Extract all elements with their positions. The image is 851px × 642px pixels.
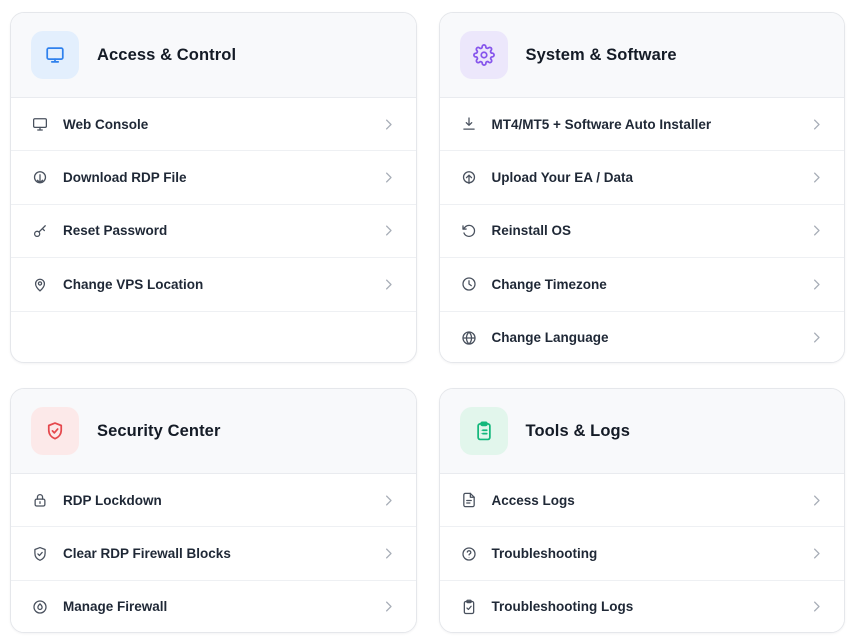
chevron-right-icon xyxy=(809,223,824,238)
chevron-right-icon xyxy=(809,170,824,185)
card-title: Access & Control xyxy=(97,46,236,65)
card-tools-logs: Tools & Logs Access Logs Troubleshooting… xyxy=(439,388,846,633)
chevron-right-icon xyxy=(381,223,396,238)
list-item-reset-password[interactable]: Reset Password xyxy=(11,205,416,258)
card-items: MT4/MT5 + Software Auto Installer Upload… xyxy=(440,98,845,363)
chevron-right-icon xyxy=(809,546,824,561)
chevron-right-icon xyxy=(809,493,824,508)
help-circle-icon xyxy=(460,545,478,563)
chevron-right-icon xyxy=(381,277,396,292)
file-text-icon xyxy=(460,491,478,509)
chevron-right-icon xyxy=(381,117,396,132)
list-item-troubleshooting-logs[interactable]: Troubleshooting Logs xyxy=(440,581,845,633)
chevron-right-icon xyxy=(381,546,396,561)
monitor-icon xyxy=(31,31,79,79)
list-item-reinstall-os[interactable]: Reinstall OS xyxy=(440,205,845,258)
chevron-right-icon xyxy=(381,170,396,185)
chevron-right-icon xyxy=(809,599,824,614)
card-items: Web Console Download RDP File Reset Pass… xyxy=(11,98,416,312)
upload-circle-icon xyxy=(460,169,478,187)
download-tray-icon xyxy=(460,115,478,133)
monitor-icon xyxy=(31,115,49,133)
card-title: System & Software xyxy=(526,46,677,65)
globe-icon xyxy=(460,329,478,347)
list-item-label: Upload Your EA / Data xyxy=(492,170,810,185)
list-item-troubleshooting[interactable]: Troubleshooting xyxy=(440,527,845,580)
list-item-manage-firewall[interactable]: Manage Firewall xyxy=(11,581,416,633)
download-circle-icon xyxy=(31,169,49,187)
vps-control-panel: Access & Control Web Console Download RD… xyxy=(0,0,851,642)
list-item-label: Download RDP File xyxy=(63,170,381,185)
list-item-label: RDP Lockdown xyxy=(63,493,381,508)
list-item-access-logs[interactable]: Access Logs xyxy=(440,474,845,527)
location-pin-icon xyxy=(31,275,49,293)
list-item-label: Clear RDP Firewall Blocks xyxy=(63,546,381,561)
card-header: Tools & Logs xyxy=(440,389,845,474)
list-item-label: Web Console xyxy=(63,117,381,132)
gear-icon xyxy=(460,31,508,79)
list-item-label: Troubleshooting xyxy=(492,546,810,561)
list-item-web-console[interactable]: Web Console xyxy=(11,98,416,151)
list-item-label: Manage Firewall xyxy=(63,599,381,614)
list-item-upload-ea-data[interactable]: Upload Your EA / Data xyxy=(440,151,845,204)
list-item-label: Reset Password xyxy=(63,223,381,238)
card-header: Access & Control xyxy=(11,13,416,98)
shield-check-icon xyxy=(31,545,49,563)
chevron-right-icon xyxy=(809,330,824,345)
card-header: System & Software xyxy=(440,13,845,98)
list-item-label: Change VPS Location xyxy=(63,277,381,292)
clock-icon xyxy=(460,275,478,293)
rotate-ccw-icon xyxy=(460,222,478,240)
chevron-right-icon xyxy=(809,117,824,132)
lock-icon xyxy=(31,491,49,509)
clipboard-list-icon xyxy=(460,407,508,455)
chevron-right-icon xyxy=(809,277,824,292)
card-title: Security Center xyxy=(97,422,220,441)
list-item-label: Change Timezone xyxy=(492,277,810,292)
list-item-label: Change Language xyxy=(492,330,810,345)
card-access-control: Access & Control Web Console Download RD… xyxy=(10,12,417,363)
card-items: Access Logs Troubleshooting Troubleshoot… xyxy=(440,474,845,633)
list-item-label: MT4/MT5 + Software Auto Installer xyxy=(492,117,810,132)
card-system-software: System & Software MT4/MT5 + Software Aut… xyxy=(439,12,846,363)
list-item-mt4-mt5-installer[interactable]: MT4/MT5 + Software Auto Installer xyxy=(440,98,845,151)
list-item-change-language[interactable]: Change Language xyxy=(440,312,845,363)
list-item-change-timezone[interactable]: Change Timezone xyxy=(440,258,845,311)
list-item-change-vps-location[interactable]: Change VPS Location xyxy=(11,258,416,311)
list-item-clear-rdp-firewall-blocks[interactable]: Clear RDP Firewall Blocks xyxy=(11,527,416,580)
card-title: Tools & Logs xyxy=(526,422,630,441)
list-item-rdp-lockdown[interactable]: RDP Lockdown xyxy=(11,474,416,527)
list-item-label: Troubleshooting Logs xyxy=(492,599,810,614)
flame-circle-icon xyxy=(31,598,49,616)
chevron-right-icon xyxy=(381,599,396,614)
card-items: RDP Lockdown Clear RDP Firewall Blocks M… xyxy=(11,474,416,633)
chevron-right-icon xyxy=(381,493,396,508)
card-security-center: Security Center RDP Lockdown Clear RDP F… xyxy=(10,388,417,633)
list-item-label: Reinstall OS xyxy=(492,223,810,238)
clipboard-check-icon xyxy=(460,598,478,616)
list-item-download-rdp-file[interactable]: Download RDP File xyxy=(11,151,416,204)
list-item-label: Access Logs xyxy=(492,493,810,508)
key-icon xyxy=(31,222,49,240)
card-header: Security Center xyxy=(11,389,416,474)
shield-check-icon xyxy=(31,407,79,455)
